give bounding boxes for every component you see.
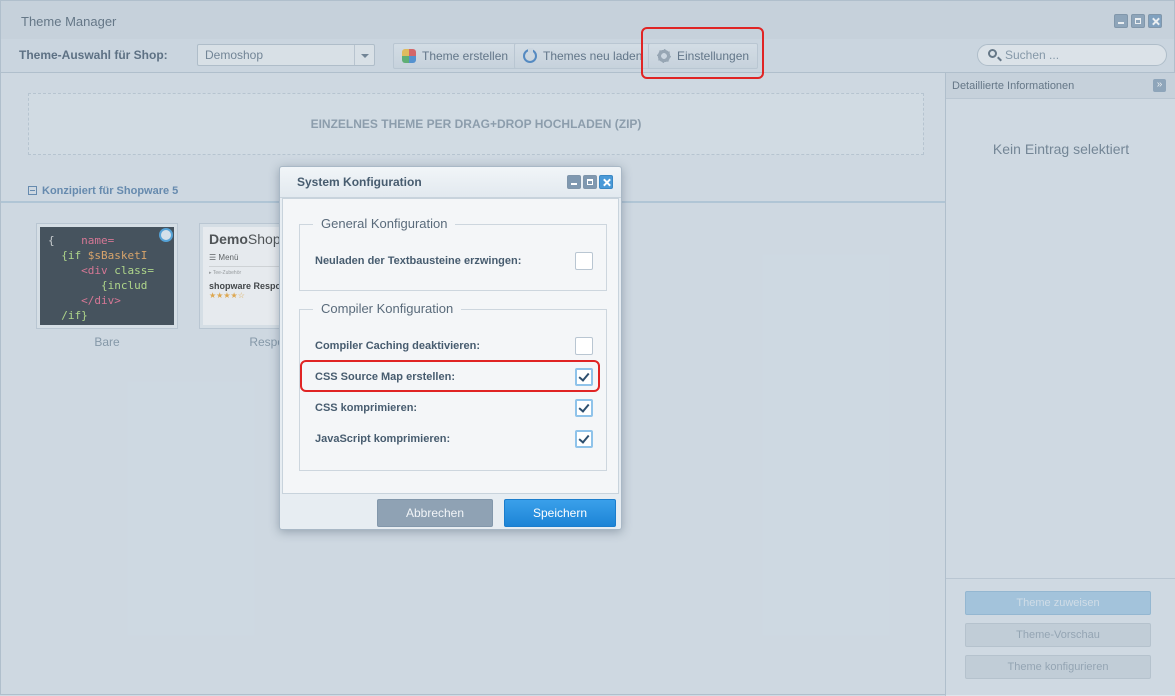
js-compress-label: JavaScript komprimieren:: [315, 433, 451, 445]
js-compress-checkbox[interactable]: [575, 430, 593, 448]
compiler-config-fieldset: Compiler Konfiguration Compiler Caching …: [299, 301, 607, 471]
cancel-button[interactable]: Abbrechen: [377, 499, 493, 527]
general-config-fieldset: General Konfiguration Neuladen der Textb…: [299, 216, 607, 291]
reload-snippets-row: Neuladen der Textbausteine erzwingen:: [315, 252, 593, 272]
compiler-caching-label: Compiler Caching deaktivieren:: [315, 340, 481, 352]
system-config-dialog: System Konfiguration General Konfigurati…: [279, 166, 622, 530]
save-button[interactable]: Speichern: [504, 499, 616, 527]
minimize-icon[interactable]: [567, 175, 581, 189]
css-compress-label: CSS komprimieren:: [315, 402, 418, 414]
css-source-map-checkbox[interactable]: [575, 368, 593, 386]
reload-snippets-label: Neuladen der Textbausteine erzwingen:: [315, 255, 522, 267]
compiler-config-legend: Compiler Konfiguration: [313, 301, 462, 316]
js-compress-row: JavaScript komprimieren:: [315, 430, 593, 450]
css-compress-checkbox[interactable]: [575, 399, 593, 417]
general-config-legend: General Konfiguration: [313, 216, 456, 231]
close-icon[interactable]: [599, 175, 613, 189]
dialog-body: General Konfiguration Neuladen der Textb…: [282, 198, 619, 494]
reload-snippets-checkbox[interactable]: [575, 252, 593, 270]
dialog-title: System Konfiguration: [297, 175, 422, 189]
compiler-caching-row: Compiler Caching deaktivieren:: [315, 337, 593, 357]
css-source-map-label: CSS Source Map erstellen:: [315, 371, 455, 383]
css-source-map-row: CSS Source Map erstellen:: [315, 368, 593, 388]
maximize-icon[interactable]: [583, 175, 597, 189]
dialog-controls: [567, 175, 613, 189]
compiler-caching-checkbox[interactable]: [575, 337, 593, 355]
dialog-titlebar[interactable]: System Konfiguration: [280, 167, 621, 198]
css-compress-row: CSS komprimieren:: [315, 399, 593, 419]
